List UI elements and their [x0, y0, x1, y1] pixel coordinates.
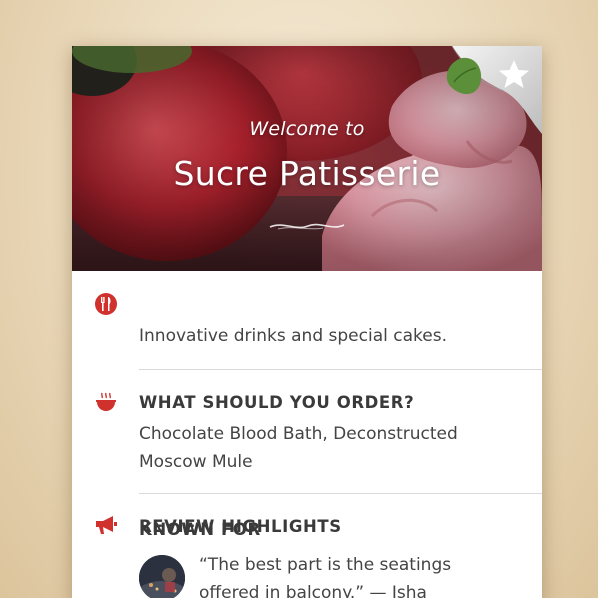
restaurant-title: Sucre Patisserie [173, 154, 441, 193]
order-text-line1: Chocolate Blood Bath, Deconstructed [139, 424, 458, 444]
reviews-heading: REVIEW HIGHLIGHTS [139, 517, 342, 536]
review-quote-line1: “The best part is the seatings [199, 555, 452, 575]
known-for-text: Innovative drinks and special cakes. [139, 326, 447, 346]
megaphone-icon [96, 516, 117, 534]
order-text-line2: Moscow Mule [139, 452, 253, 472]
order-heading: WHAT SHOULD YOU ORDER? [139, 393, 415, 412]
fork-knife-icon [95, 293, 117, 315]
bookmark-star-icon[interactable] [432, 46, 542, 136]
divider [139, 493, 542, 494]
hero-banner: Welcome to Sucre Patisserie [72, 46, 542, 271]
review-quote-line2: offered in balcony.” — Isha [199, 583, 427, 598]
restaurant-card: Welcome to Sucre Patisserie KNOWN FOR In… [72, 46, 542, 598]
bowl-icon [96, 392, 116, 411]
flourish-divider-icon [269, 223, 345, 230]
divider [139, 369, 542, 370]
reviewer-photo [139, 555, 185, 598]
avatar[interactable] [139, 555, 185, 598]
